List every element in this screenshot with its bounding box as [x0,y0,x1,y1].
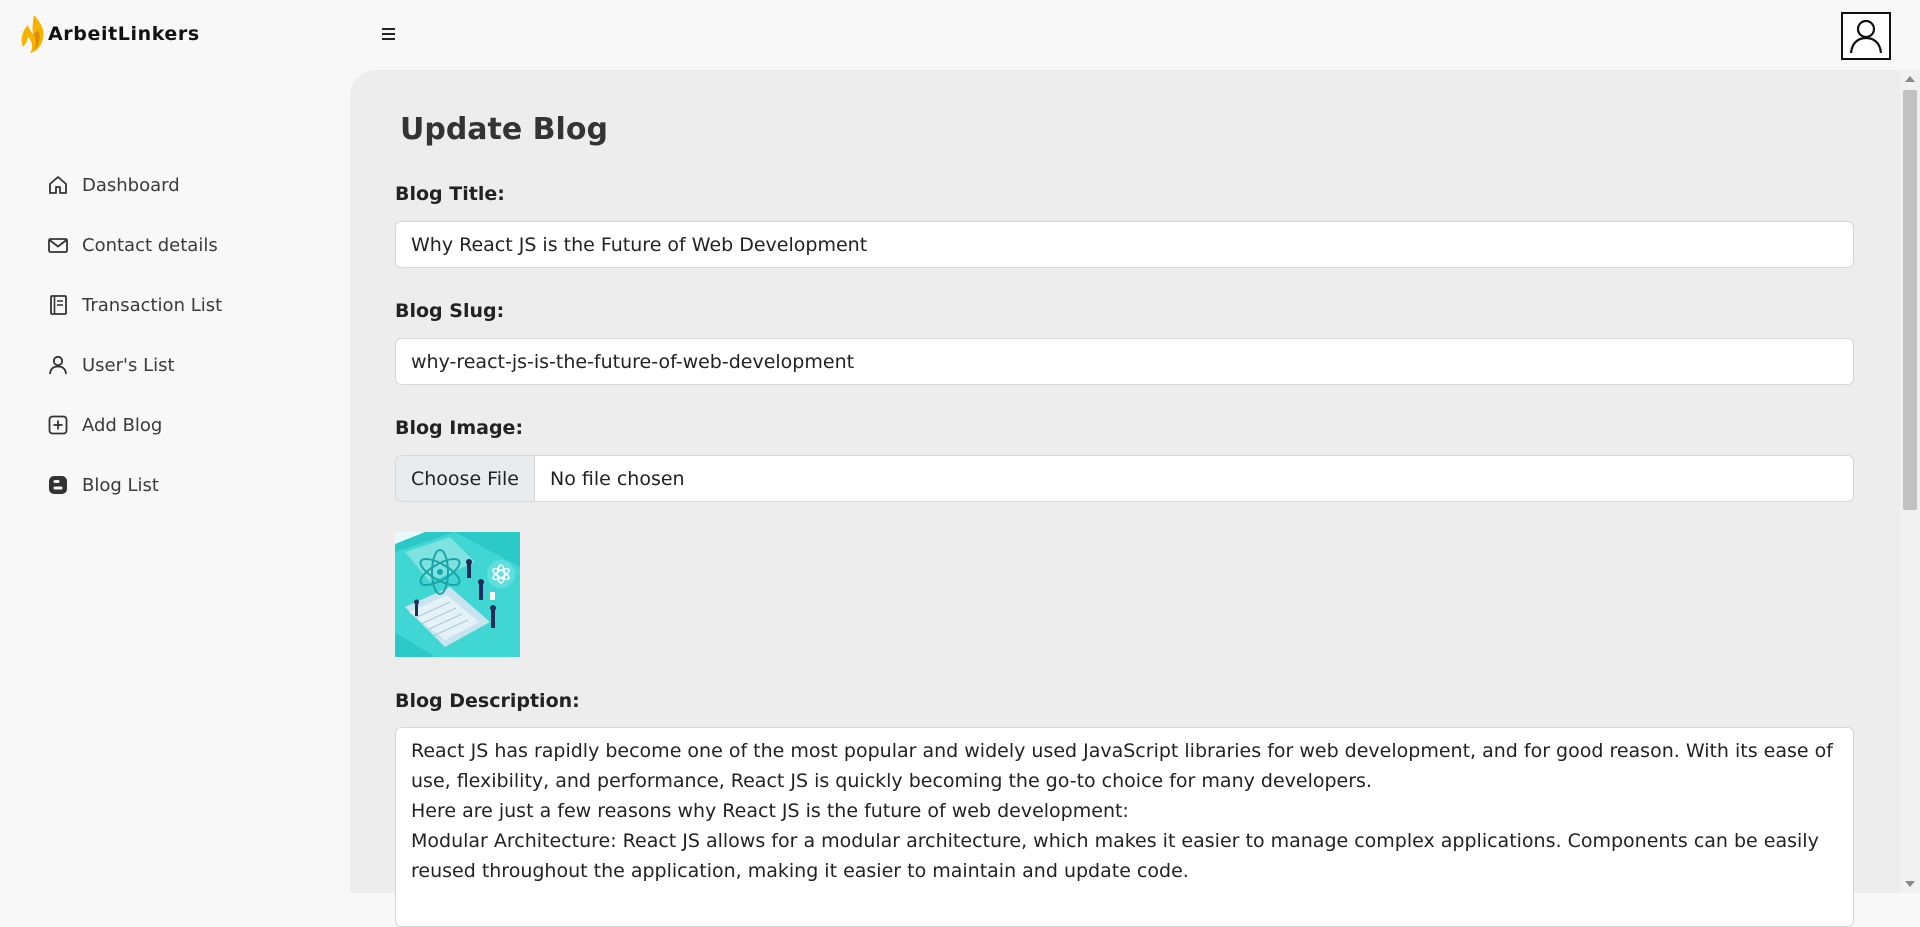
sidebar-item-blog-list[interactable]: Blog List [46,468,159,502]
blog-description-label: Blog Description: [395,690,580,712]
sidebar-item-add-blog[interactable]: Add Blog [46,408,162,442]
scroll-thumb[interactable] [1903,90,1917,510]
sidebar-item-label: Contact details [82,234,218,256]
sidebar-item-label: User's List [82,354,175,376]
blog-title-input[interactable]: Why React JS is the Future of Web Develo… [395,221,1854,268]
sidebar-item-users-list[interactable]: User's List [46,348,175,382]
home-icon [46,173,70,197]
blog-image-preview [395,532,520,657]
user-icon [1849,19,1883,54]
blog-image-file-input[interactable]: Choose File No file chosen [395,455,1854,502]
blog-slug-input[interactable]: why-react-js-is-the-future-of-web-develo… [395,338,1854,385]
sidebar-item-contact-details[interactable]: Contact details [46,228,218,262]
page-title: Update Blog [400,112,608,147]
avatar[interactable] [1841,12,1891,60]
sidebar-item-transaction-list[interactable]: Transaction List [46,288,222,322]
person-icon [46,353,70,377]
blog-image-label: Blog Image: [395,417,524,439]
file-status-text: No file chosen [549,467,685,490]
sidebar-item-dashboard[interactable]: Dashboard [46,168,180,202]
plus-square-icon [46,413,70,437]
top-bar: ArbeitLinkers [0,0,1920,70]
description-paragraph: Modular Architecture: React JS allows fo… [411,830,1819,882]
scroll-down-arrow-icon[interactable] [1905,881,1915,887]
blogger-icon [46,473,70,497]
blog-title-value: Why React JS is the Future of Web Develo… [411,233,868,256]
sidebar-item-label: Blog List [82,474,159,496]
description-paragraph: React JS has rapidly become one of the m… [411,740,1833,792]
main-panel: Update Blog Blog Title: Why React JS is … [350,70,1900,927]
scroll-up-arrow-icon[interactable] [1905,76,1915,82]
brand-name: ArbeitLinkers [48,23,200,45]
blog-description-textarea[interactable]: React JS has rapidly become one of the m… [395,727,1854,927]
sidebar: Dashboard Contact details Transaction Li… [0,70,350,893]
blog-slug-label: Blog Slug: [395,300,505,322]
hamburger-icon[interactable] [382,25,398,43]
blog-title-label: Blog Title: [395,183,505,205]
sidebar-item-label: Transaction List [82,294,223,316]
sidebar-item-label: Dashboard [82,174,180,196]
blog-slug-value: why-react-js-is-the-future-of-web-develo… [411,350,855,373]
envelope-icon [46,233,70,257]
sidebar-item-label: Add Blog [82,414,163,436]
flame-icon [21,15,44,53]
receipt-icon [46,293,70,317]
brand-logo[interactable]: ArbeitLinkers [20,14,200,54]
scrollbar[interactable] [1900,70,1920,893]
choose-file-button[interactable]: Choose File [396,456,535,501]
description-paragraph: Here are just a few reasons why React JS… [411,800,1129,822]
